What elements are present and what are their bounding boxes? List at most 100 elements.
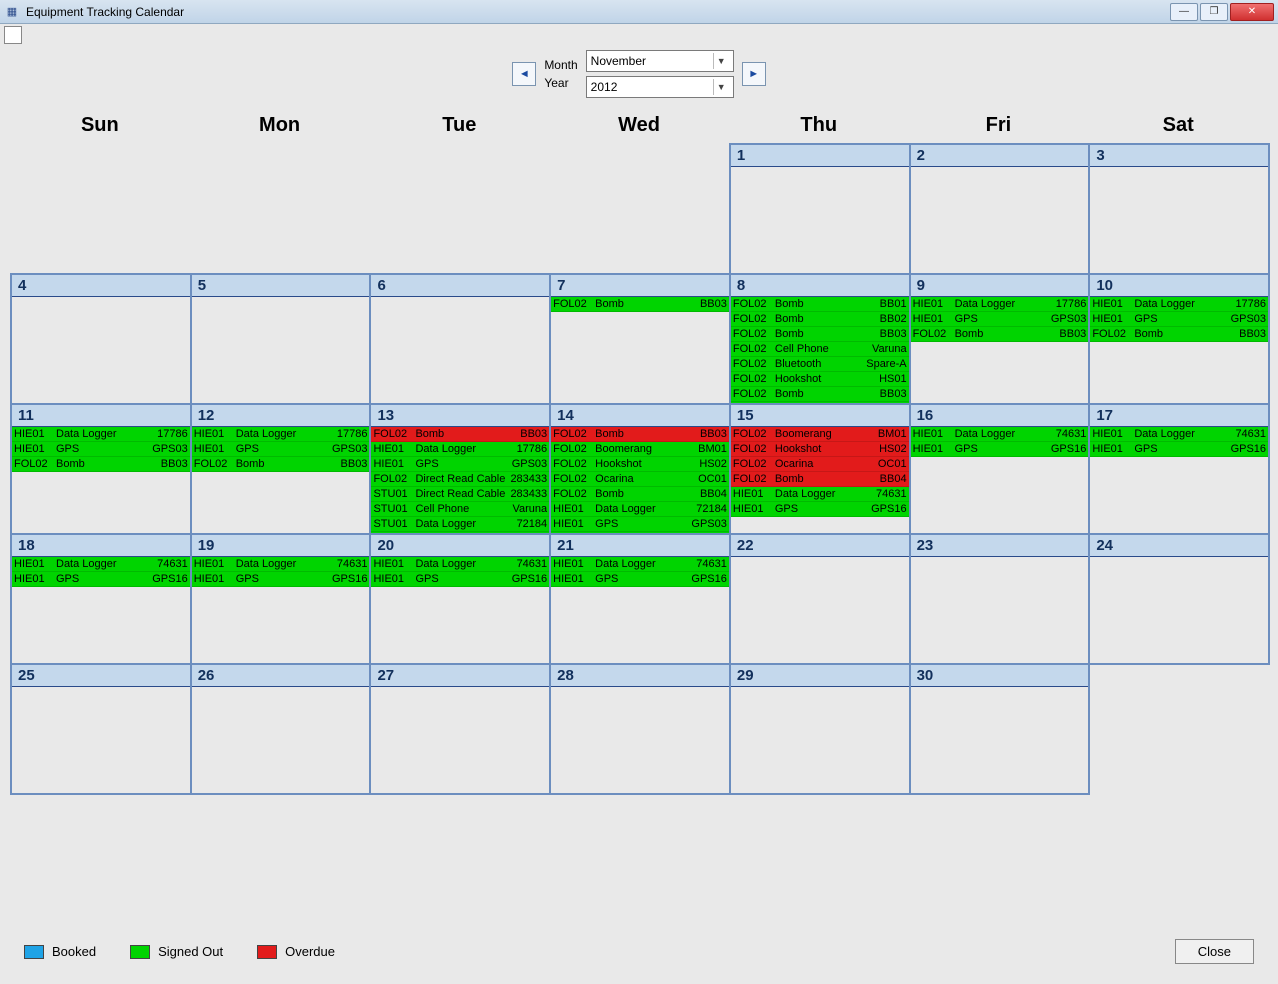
close-window-button[interactable]: ✕ (1230, 3, 1274, 21)
day-cell[interactable]: 30 (909, 663, 1091, 795)
day-body[interactable]: HIE01Data Logger74631HIE01GPSGPS16 (12, 557, 190, 663)
equipment-item[interactable]: FOL02BombBB03 (371, 427, 549, 442)
day-body[interactable] (911, 167, 1089, 273)
day-cell[interactable]: 12HIE01Data Logger17786HIE01GPSGPS03FOL0… (190, 403, 372, 535)
day-body[interactable] (192, 297, 370, 403)
day-cell[interactable]: 10HIE01Data Logger17786HIE01GPSGPS03FOL0… (1088, 273, 1270, 405)
equipment-item[interactable]: HIE01GPSGPS03 (551, 517, 729, 532)
equipment-item[interactable]: HIE01Data Logger17786 (192, 427, 370, 442)
equipment-item[interactable]: HIE01GPSGPS03 (12, 442, 190, 457)
day-body[interactable]: HIE01Data Logger74631HIE01GPSGPS16 (1090, 427, 1268, 533)
equipment-item[interactable]: HIE01Data Logger17786 (371, 442, 549, 457)
day-cell[interactable]: 3 (1088, 143, 1270, 275)
minimize-button[interactable]: — (1170, 3, 1198, 21)
day-body[interactable] (731, 687, 909, 793)
day-body[interactable]: HIE01Data Logger74631HIE01GPSGPS16 (192, 557, 370, 663)
day-body[interactable] (731, 167, 909, 273)
equipment-item[interactable]: HIE01Data Logger74631 (911, 427, 1089, 442)
equipment-item[interactable]: HIE01GPSGPS03 (1090, 312, 1268, 327)
equipment-item[interactable]: FOL02HookshotHS01 (731, 372, 909, 387)
day-cell[interactable]: 19HIE01Data Logger74631HIE01GPSGPS16 (190, 533, 372, 665)
equipment-item[interactable]: FOL02BluetoothSpare-A (731, 357, 909, 372)
day-cell[interactable]: 13FOL02BombBB03HIE01Data Logger17786HIE0… (369, 403, 551, 535)
day-body[interactable]: FOL02BombBB03FOL02BoomerangBM01FOL02Hook… (551, 427, 729, 533)
day-cell[interactable]: 2 (909, 143, 1091, 275)
day-cell[interactable]: 26 (190, 663, 372, 795)
day-body[interactable] (911, 687, 1089, 793)
equipment-item[interactable]: HIE01GPSGPS16 (551, 572, 729, 587)
day-body[interactable]: FOL02BombBB01FOL02BombBB02FOL02BombBB03F… (731, 297, 909, 403)
day-cell[interactable]: 17HIE01Data Logger74631HIE01GPSGPS16 (1088, 403, 1270, 535)
day-cell[interactable]: 28 (549, 663, 731, 795)
day-body[interactable]: HIE01Data Logger17786HIE01GPSGPS03FOL02B… (192, 427, 370, 533)
equipment-item[interactable]: HIE01Data Logger17786 (911, 297, 1089, 312)
equipment-item[interactable]: FOL02BombBB03 (551, 427, 729, 442)
day-cell[interactable]: 18HIE01Data Logger74631HIE01GPSGPS16 (10, 533, 192, 665)
equipment-item[interactable]: FOL02BombBB03 (551, 297, 729, 312)
day-body[interactable]: HIE01Data Logger17786HIE01GPSGPS03FOL02B… (12, 427, 190, 533)
equipment-item[interactable]: HIE01GPSGPS16 (192, 572, 370, 587)
day-cell[interactable]: 7FOL02BombBB03 (549, 273, 731, 405)
day-cell[interactable]: 21HIE01Data Logger74631HIE01GPSGPS16 (549, 533, 731, 665)
day-cell[interactable]: 20HIE01Data Logger74631HIE01GPSGPS16 (369, 533, 551, 665)
maximize-button[interactable]: ❐ (1200, 3, 1228, 21)
day-body[interactable] (12, 687, 190, 793)
day-body[interactable]: FOL02BombBB03HIE01Data Logger17786HIE01G… (371, 427, 549, 533)
day-cell[interactable]: 11HIE01Data Logger17786HIE01GPSGPS03FOL0… (10, 403, 192, 535)
equipment-item[interactable]: HIE01Data Logger74631 (551, 557, 729, 572)
record-selector-icon[interactable] (4, 26, 22, 44)
equipment-item[interactable]: HIE01Data Logger17786 (1090, 297, 1268, 312)
equipment-item[interactable]: HIE01Data Logger74631 (1090, 427, 1268, 442)
day-body[interactable]: HIE01Data Logger74631HIE01GPSGPS16 (551, 557, 729, 663)
equipment-item[interactable]: HIE01GPSGPS16 (371, 572, 549, 587)
day-cell[interactable]: 5 (190, 273, 372, 405)
day-cell[interactable]: 15FOL02BoomerangBM01FOL02HookshotHS02FOL… (729, 403, 911, 535)
day-body[interactable] (731, 557, 909, 663)
equipment-item[interactable]: HIE01Data Logger72184 (551, 502, 729, 517)
day-cell[interactable]: 23 (909, 533, 1091, 665)
day-cell[interactable]: 14FOL02BombBB03FOL02BoomerangBM01FOL02Ho… (549, 403, 731, 535)
equipment-item[interactable]: FOL02BombBB03 (192, 457, 370, 472)
equipment-item[interactable]: HIE01GPSGPS16 (1090, 442, 1268, 457)
equipment-item[interactable]: HIE01Data Logger17786 (12, 427, 190, 442)
day-body[interactable] (192, 687, 370, 793)
equipment-item[interactable]: FOL02BombBB01 (731, 297, 909, 312)
equipment-item[interactable]: STU01Data Logger72184 (371, 517, 549, 532)
day-body[interactable]: FOL02BombBB03 (551, 297, 729, 403)
equipment-item[interactable]: HIE01GPSGPS16 (911, 442, 1089, 457)
equipment-item[interactable]: FOL02BombBB03 (1090, 327, 1268, 342)
day-cell[interactable]: 16HIE01Data Logger74631HIE01GPSGPS16 (909, 403, 1091, 535)
equipment-item[interactable]: STU01Cell PhoneVaruna (371, 502, 549, 517)
equipment-item[interactable]: FOL02BoomerangBM01 (551, 442, 729, 457)
equipment-item[interactable]: HIE01GPSGPS03 (371, 457, 549, 472)
day-body[interactable]: HIE01Data Logger74631HIE01GPSGPS16 (371, 557, 549, 663)
day-body[interactable] (371, 687, 549, 793)
equipment-item[interactable]: FOL02BombBB03 (911, 327, 1089, 342)
equipment-item[interactable]: FOL02HookshotHS02 (731, 442, 909, 457)
equipment-item[interactable]: FOL02BombBB04 (731, 472, 909, 487)
equipment-item[interactable]: HIE01GPSGPS03 (192, 442, 370, 457)
equipment-item[interactable]: FOL02BombBB03 (12, 457, 190, 472)
equipment-item[interactable]: HIE01Data Logger74631 (731, 487, 909, 502)
next-month-button[interactable]: ► (742, 62, 766, 86)
day-cell[interactable]: 8FOL02BombBB01FOL02BombBB02FOL02BombBB03… (729, 273, 911, 405)
day-cell[interactable]: 29 (729, 663, 911, 795)
equipment-item[interactable]: FOL02BoomerangBM01 (731, 427, 909, 442)
day-body[interactable] (1090, 557, 1268, 663)
equipment-item[interactable]: STU01Direct Read Cable283433 (371, 487, 549, 502)
day-cell[interactable]: 6 (369, 273, 551, 405)
day-body[interactable] (371, 297, 549, 403)
equipment-item[interactable]: FOL02HookshotHS02 (551, 457, 729, 472)
equipment-item[interactable]: HIE01GPSGPS16 (731, 502, 909, 517)
day-cell[interactable]: 24 (1088, 533, 1270, 665)
equipment-item[interactable]: FOL02OcarinaOC01 (551, 472, 729, 487)
equipment-item[interactable]: FOL02OcarinaOC01 (731, 457, 909, 472)
year-select[interactable]: 2012 ▼ (586, 76, 734, 98)
day-body[interactable] (551, 687, 729, 793)
equipment-item[interactable]: FOL02BombBB03 (731, 327, 909, 342)
day-cell[interactable]: 1 (729, 143, 911, 275)
equipment-item[interactable]: HIE01Data Logger74631 (371, 557, 549, 572)
equipment-item[interactable]: FOL02BombBB04 (551, 487, 729, 502)
day-cell[interactable]: 27 (369, 663, 551, 795)
day-body[interactable]: HIE01Data Logger17786HIE01GPSGPS03FOL02B… (911, 297, 1089, 403)
